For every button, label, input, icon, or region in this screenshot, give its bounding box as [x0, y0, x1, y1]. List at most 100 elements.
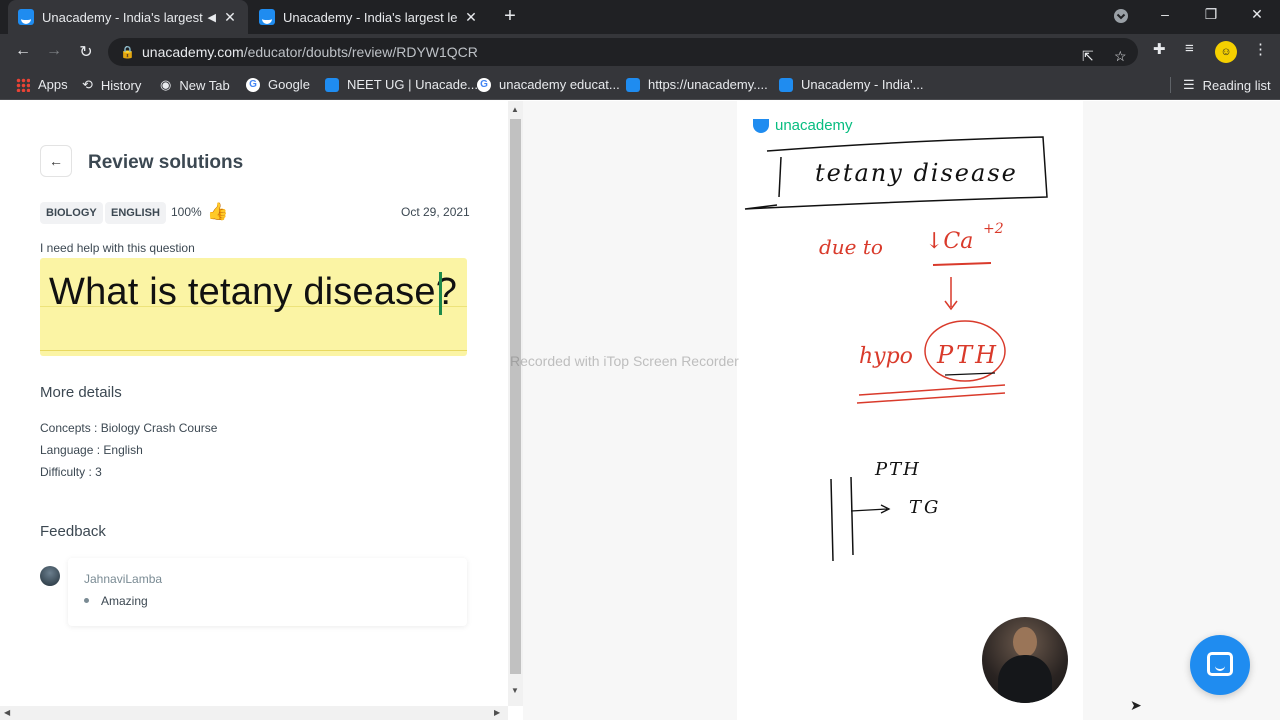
- doubt-date: Oct 29, 2021: [401, 205, 470, 219]
- question-text: What is tetany disease?: [49, 271, 458, 313]
- rating-percent: 100%: [171, 205, 202, 219]
- close-window-button[interactable]: ✕: [1245, 6, 1269, 23]
- review-panel: ← Review solutions BIOLOGY ENGLISH 100% …: [0, 101, 508, 706]
- media-queue-icon[interactable]: ≡: [1185, 40, 1194, 57]
- reload-icon[interactable]: ↻: [75, 42, 97, 62]
- highlight-line: [40, 350, 467, 351]
- bookmark-label: NEET UG | Unacade...: [347, 77, 479, 92]
- unacademy-favicon-icon: [18, 9, 34, 25]
- address-bar[interactable]: 🔒 unacademy.com/educator/doubts/review/R…: [108, 38, 1138, 66]
- help-label: I need help with this question: [40, 241, 195, 255]
- feedback-comment: Amazing: [101, 594, 148, 608]
- handwriting-due-to: due to: [819, 235, 883, 259]
- bookmark-label: https://unacademy....: [648, 77, 768, 92]
- handwriting-calcium: ↓Ca: [925, 229, 973, 254]
- presenter-face: [1013, 627, 1037, 657]
- thumbs-up-icon: 👍: [207, 202, 229, 221]
- address-toolbar: ← → ↻ 🔒 unacademy.com/educator/doubts/re…: [0, 34, 1280, 70]
- vertical-scrollbar[interactable]: ▲ ▼: [508, 101, 523, 706]
- bookmark-label: Unacademy - India'...: [801, 77, 924, 92]
- globe-icon: ◉: [160, 77, 172, 92]
- presenter-body: [998, 655, 1052, 703]
- tab-active[interactable]: Unacademy - India's largest l ◀︎ ✕: [8, 0, 248, 34]
- tab-search-icon[interactable]: [1109, 8, 1133, 26]
- close-tab-icon[interactable]: ✕: [463, 9, 479, 26]
- mouse-cursor-icon: ➤: [1130, 697, 1142, 713]
- bookmark-google[interactable]: G Google: [246, 77, 310, 92]
- feedback-card: JahnaviLamba Amazing: [68, 558, 467, 626]
- page-content: ← Review solutions BIOLOGY ENGLISH 100% …: [0, 101, 1280, 720]
- scroll-left-arrow-icon[interactable]: ◀: [4, 708, 10, 717]
- horizontal-scrollbar[interactable]: ◀ ▶: [0, 706, 508, 720]
- detail-concepts: Concepts : Biology Crash Course: [40, 421, 218, 435]
- bookmark-history[interactable]: ⟲ History: [82, 77, 141, 93]
- webcam-overlay: [982, 617, 1068, 703]
- minimize-button[interactable]: –: [1153, 6, 1177, 22]
- language-tag: ENGLISH: [105, 202, 166, 224]
- detail-difficulty: Difficulty : 3: [40, 465, 102, 479]
- unacademy-icon: [779, 77, 793, 92]
- text-caret: [439, 272, 442, 315]
- handwriting-tg: TG: [909, 497, 941, 518]
- bookmark-unacademy-india[interactable]: Unacademy - India'...: [779, 77, 923, 92]
- bookmarks-bar: Apps ⟲ History ◉ New Tab G Google NEET U…: [0, 70, 1280, 100]
- close-tab-icon[interactable]: ✕: [222, 9, 238, 26]
- page-title: Review solutions: [88, 152, 244, 173]
- detail-language: Language : English: [40, 443, 143, 457]
- restore-button[interactable]: ❐: [1199, 6, 1223, 23]
- lock-icon: 🔒: [120, 45, 135, 59]
- subject-tag: BIOLOGY: [40, 202, 103, 224]
- handwriting-pth-2: PTH: [874, 459, 921, 480]
- bookmark-new-tab[interactable]: ◉ New Tab: [160, 77, 230, 93]
- tab-title: Unacademy - India's largest l: [42, 9, 204, 25]
- bullet-icon: [84, 598, 89, 603]
- tab-inactive[interactable]: Unacademy - India's largest learn ✕: [249, 0, 489, 34]
- recorder-watermark: Recorded with iTop Screen Recorder: [510, 353, 739, 369]
- url-host: unacademy.com: [142, 44, 244, 60]
- open-in-app-icon[interactable]: ⇱: [1082, 42, 1094, 70]
- back-button[interactable]: ←: [40, 145, 72, 177]
- handwriting-hypo: hypo: [859, 344, 913, 369]
- more-menu-icon[interactable]: ⋮: [1253, 40, 1268, 58]
- extensions-puzzle-icon[interactable]: ✚: [1153, 40, 1166, 58]
- reading-list-label: Reading list: [1202, 77, 1271, 93]
- handwriting-pth: PTH: [936, 341, 999, 369]
- bookmark-label: Apps: [38, 77, 68, 92]
- new-tab-button[interactable]: +: [500, 6, 520, 26]
- scroll-down-arrow-icon[interactable]: ▼: [511, 686, 519, 695]
- tab-title: Unacademy - India's largest learn: [283, 9, 457, 25]
- feedback-user: JahnaviLamba: [84, 572, 163, 586]
- unacademy-icon: [325, 77, 339, 92]
- history-icon: ⟲: [82, 77, 93, 92]
- scroll-right-arrow-icon[interactable]: ▶: [494, 708, 500, 717]
- bookmark-star-icon[interactable]: ☆: [1114, 42, 1127, 70]
- url-path: /educator/doubts/review/RDYW1QCR: [243, 44, 478, 60]
- bookmark-label: New Tab: [179, 77, 230, 93]
- browser-tab-bar: Unacademy - India's largest l ◀︎ ✕ Unaca…: [0, 0, 1280, 34]
- more-details-heading: More details: [40, 384, 122, 401]
- bookmark-neet[interactable]: NEET UG | Unacade...: [325, 77, 478, 92]
- speaker-icon[interactable]: ◀︎: [208, 11, 216, 24]
- chat-icon: [1207, 652, 1233, 676]
- handwriting-title: tetany disease: [815, 159, 1018, 187]
- forward-arrow-icon[interactable]: →: [43, 42, 65, 60]
- reading-list[interactable]: ☰ Reading list: [1170, 77, 1271, 93]
- feedback-heading: Feedback: [40, 523, 106, 540]
- profile-avatar[interactable]: ☺: [1215, 41, 1237, 63]
- scrollbar-thumb[interactable]: [510, 119, 521, 674]
- bookmark-unacademy-educator[interactable]: G unacademy educat...: [477, 77, 620, 92]
- bookmark-apps[interactable]: Apps: [16, 77, 68, 92]
- unacademy-icon: [626, 77, 640, 92]
- reading-list-icon: ☰: [1183, 77, 1195, 92]
- apps-grid-icon: [16, 77, 30, 92]
- unacademy-favicon-icon: [259, 9, 275, 25]
- bookmark-label: unacademy educat...: [499, 77, 620, 92]
- handwriting-charge: +2: [983, 221, 1004, 237]
- google-icon: G: [246, 77, 260, 92]
- back-arrow-icon[interactable]: ←: [12, 42, 34, 60]
- bookmark-label: Google: [268, 77, 310, 92]
- bookmark-unacademy-url[interactable]: https://unacademy....: [626, 77, 768, 92]
- scroll-up-arrow-icon[interactable]: ▲: [511, 105, 519, 114]
- avatar: [40, 566, 60, 586]
- chat-support-button[interactable]: [1190, 635, 1250, 695]
